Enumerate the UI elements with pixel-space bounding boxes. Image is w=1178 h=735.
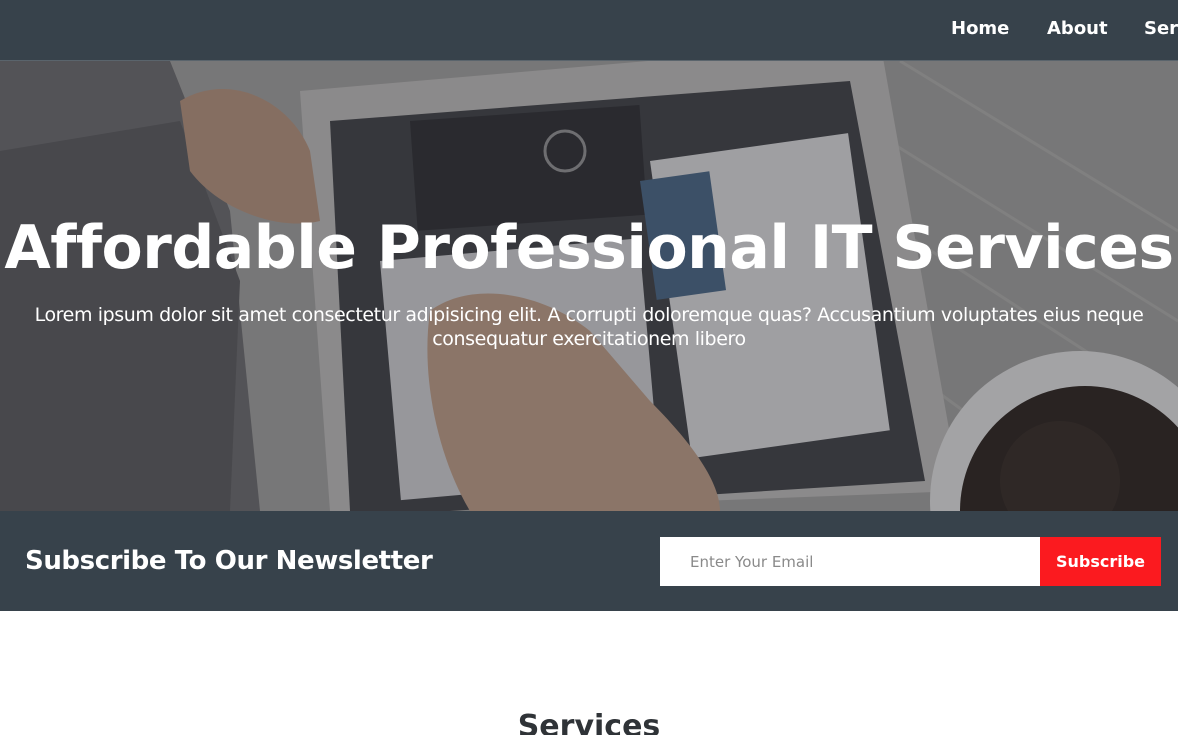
newsletter-title: Subscribe To Our Newsletter <box>25 546 433 576</box>
hero-description: Lorem ipsum dolor sit amet consectetur a… <box>34 304 1144 350</box>
subscribe-button[interactable]: Subscribe <box>1040 537 1161 586</box>
hero-title: Affordable Professional IT Services <box>4 213 1174 283</box>
email-input[interactable] <box>660 537 1040 586</box>
nav-link-services[interactable]: Services <box>1144 18 1178 40</box>
navbar: Home About Services <box>0 0 1178 61</box>
nav-link-home[interactable]: Home <box>951 18 1009 40</box>
hero-overlay <box>0 61 1178 511</box>
nav-link-about[interactable]: About <box>1047 18 1108 40</box>
newsletter-section: Subscribe To Our Newsletter Subscribe <box>0 511 1178 611</box>
page: Home About Services <box>0 0 1178 735</box>
hero-section: Affordable Professional IT Services Lore… <box>0 61 1178 511</box>
services-heading: Services <box>517 709 661 735</box>
